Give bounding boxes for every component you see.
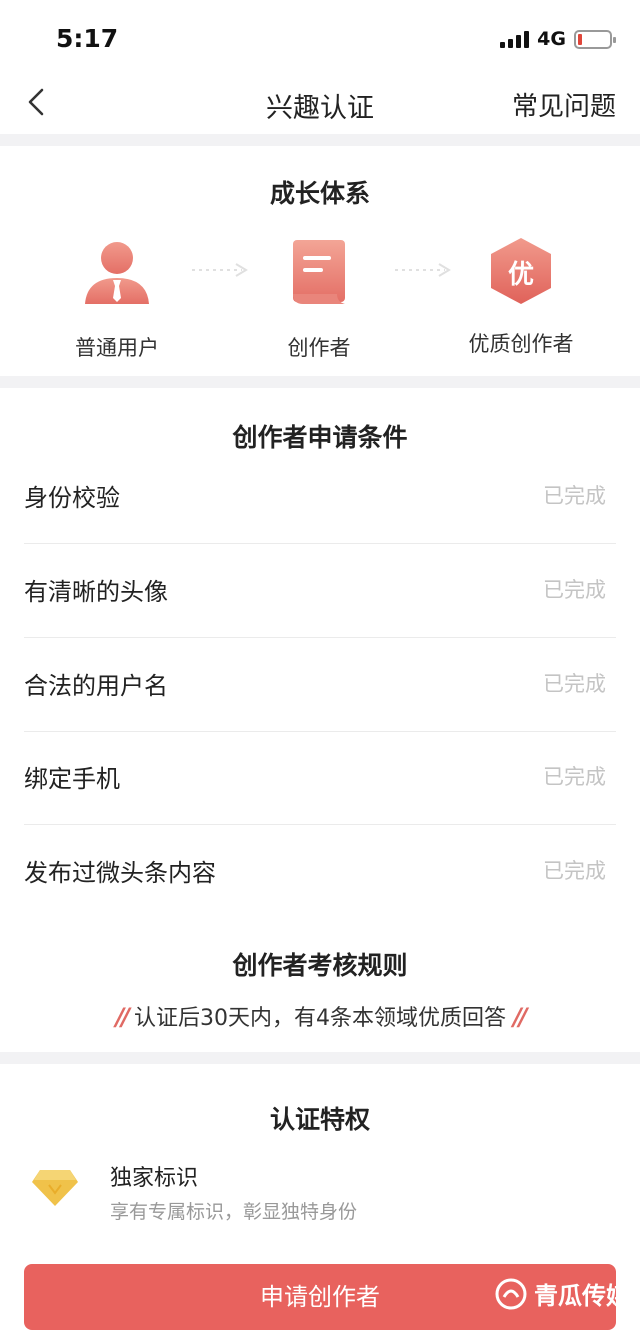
condition-name: 发布过微头条内容 <box>24 859 216 887</box>
condition-row: 合法的用户名 已完成 <box>24 638 616 732</box>
growth-title: 成长体系 <box>269 179 370 208</box>
section-divider <box>0 1052 640 1064</box>
section-divider <box>0 134 640 146</box>
condition-status: 已完成 <box>543 672 606 696</box>
rules-text: 认证后30天内，有4条本领域优质回答 <box>134 1006 506 1031</box>
document-icon <box>293 240 345 304</box>
condition-name: 绑定手机 <box>24 765 120 793</box>
condition-status: 已完成 <box>543 765 606 789</box>
step-label: 创作者 <box>287 336 351 360</box>
condition-row: 身份校验 已完成 <box>24 450 616 544</box>
condition-name: 身份校验 <box>24 484 120 512</box>
status-indicators: 4G <box>500 28 616 50</box>
step-label: 普通用户 <box>75 336 159 360</box>
condition-status: 已完成 <box>543 578 606 602</box>
quality-badge-icon: 优 <box>481 232 561 312</box>
condition-row: 发布过微头条内容 已完成 <box>24 825 616 919</box>
privilege-desc: 享有专属标识，彰显独特身份 <box>110 1201 358 1223</box>
condition-row: 绑定手机 已完成 <box>24 731 616 825</box>
user-icon <box>85 242 149 304</box>
nav-bar: 兴趣认证 常见问题 <box>0 72 640 134</box>
status-time: 5:17 <box>56 24 119 53</box>
watermark-text: 青瓜传媒 <box>534 1282 630 1310</box>
battery-icon <box>574 29 616 49</box>
condition-name: 合法的用户名 <box>24 672 168 700</box>
faq-link[interactable]: 常见问题 <box>512 86 616 123</box>
quote-left-icon: // <box>115 1003 129 1031</box>
condition-row: 有清晰的头像 已完成 <box>24 544 616 638</box>
step-creator: 创作者 <box>219 232 419 362</box>
signal-icon <box>500 30 530 48</box>
condition-name: 有清晰的头像 <box>24 578 168 606</box>
diamond-icon <box>32 1170 78 1206</box>
quote-right-icon: // <box>513 1003 527 1031</box>
rules-title: 创作者考核规则 <box>232 951 408 980</box>
watermark: 青瓜传媒 <box>494 1276 630 1311</box>
condition-status: 已完成 <box>543 484 606 508</box>
conditions-title: 创作者申请条件 <box>232 423 408 452</box>
badge-text: 优 <box>507 260 534 290</box>
status-bar: 5:17 4G <box>0 0 640 76</box>
network-type: 4G <box>537 28 566 50</box>
step-label: 优质创作者 <box>468 332 574 356</box>
condition-status: 已完成 <box>543 859 606 883</box>
step-regular-user: 普通用户 <box>17 232 217 362</box>
privilege-name: 独家标识 <box>110 1166 199 1191</box>
step-quality-creator: 优 优质创作者 <box>421 232 621 358</box>
watermark-logo-icon <box>495 1278 527 1309</box>
privileges-title: 认证特权 <box>269 1105 370 1134</box>
section-divider <box>0 376 640 388</box>
rules-text-line: // 认证后30天内，有4条本领域优质回答 // <box>0 1000 640 1032</box>
